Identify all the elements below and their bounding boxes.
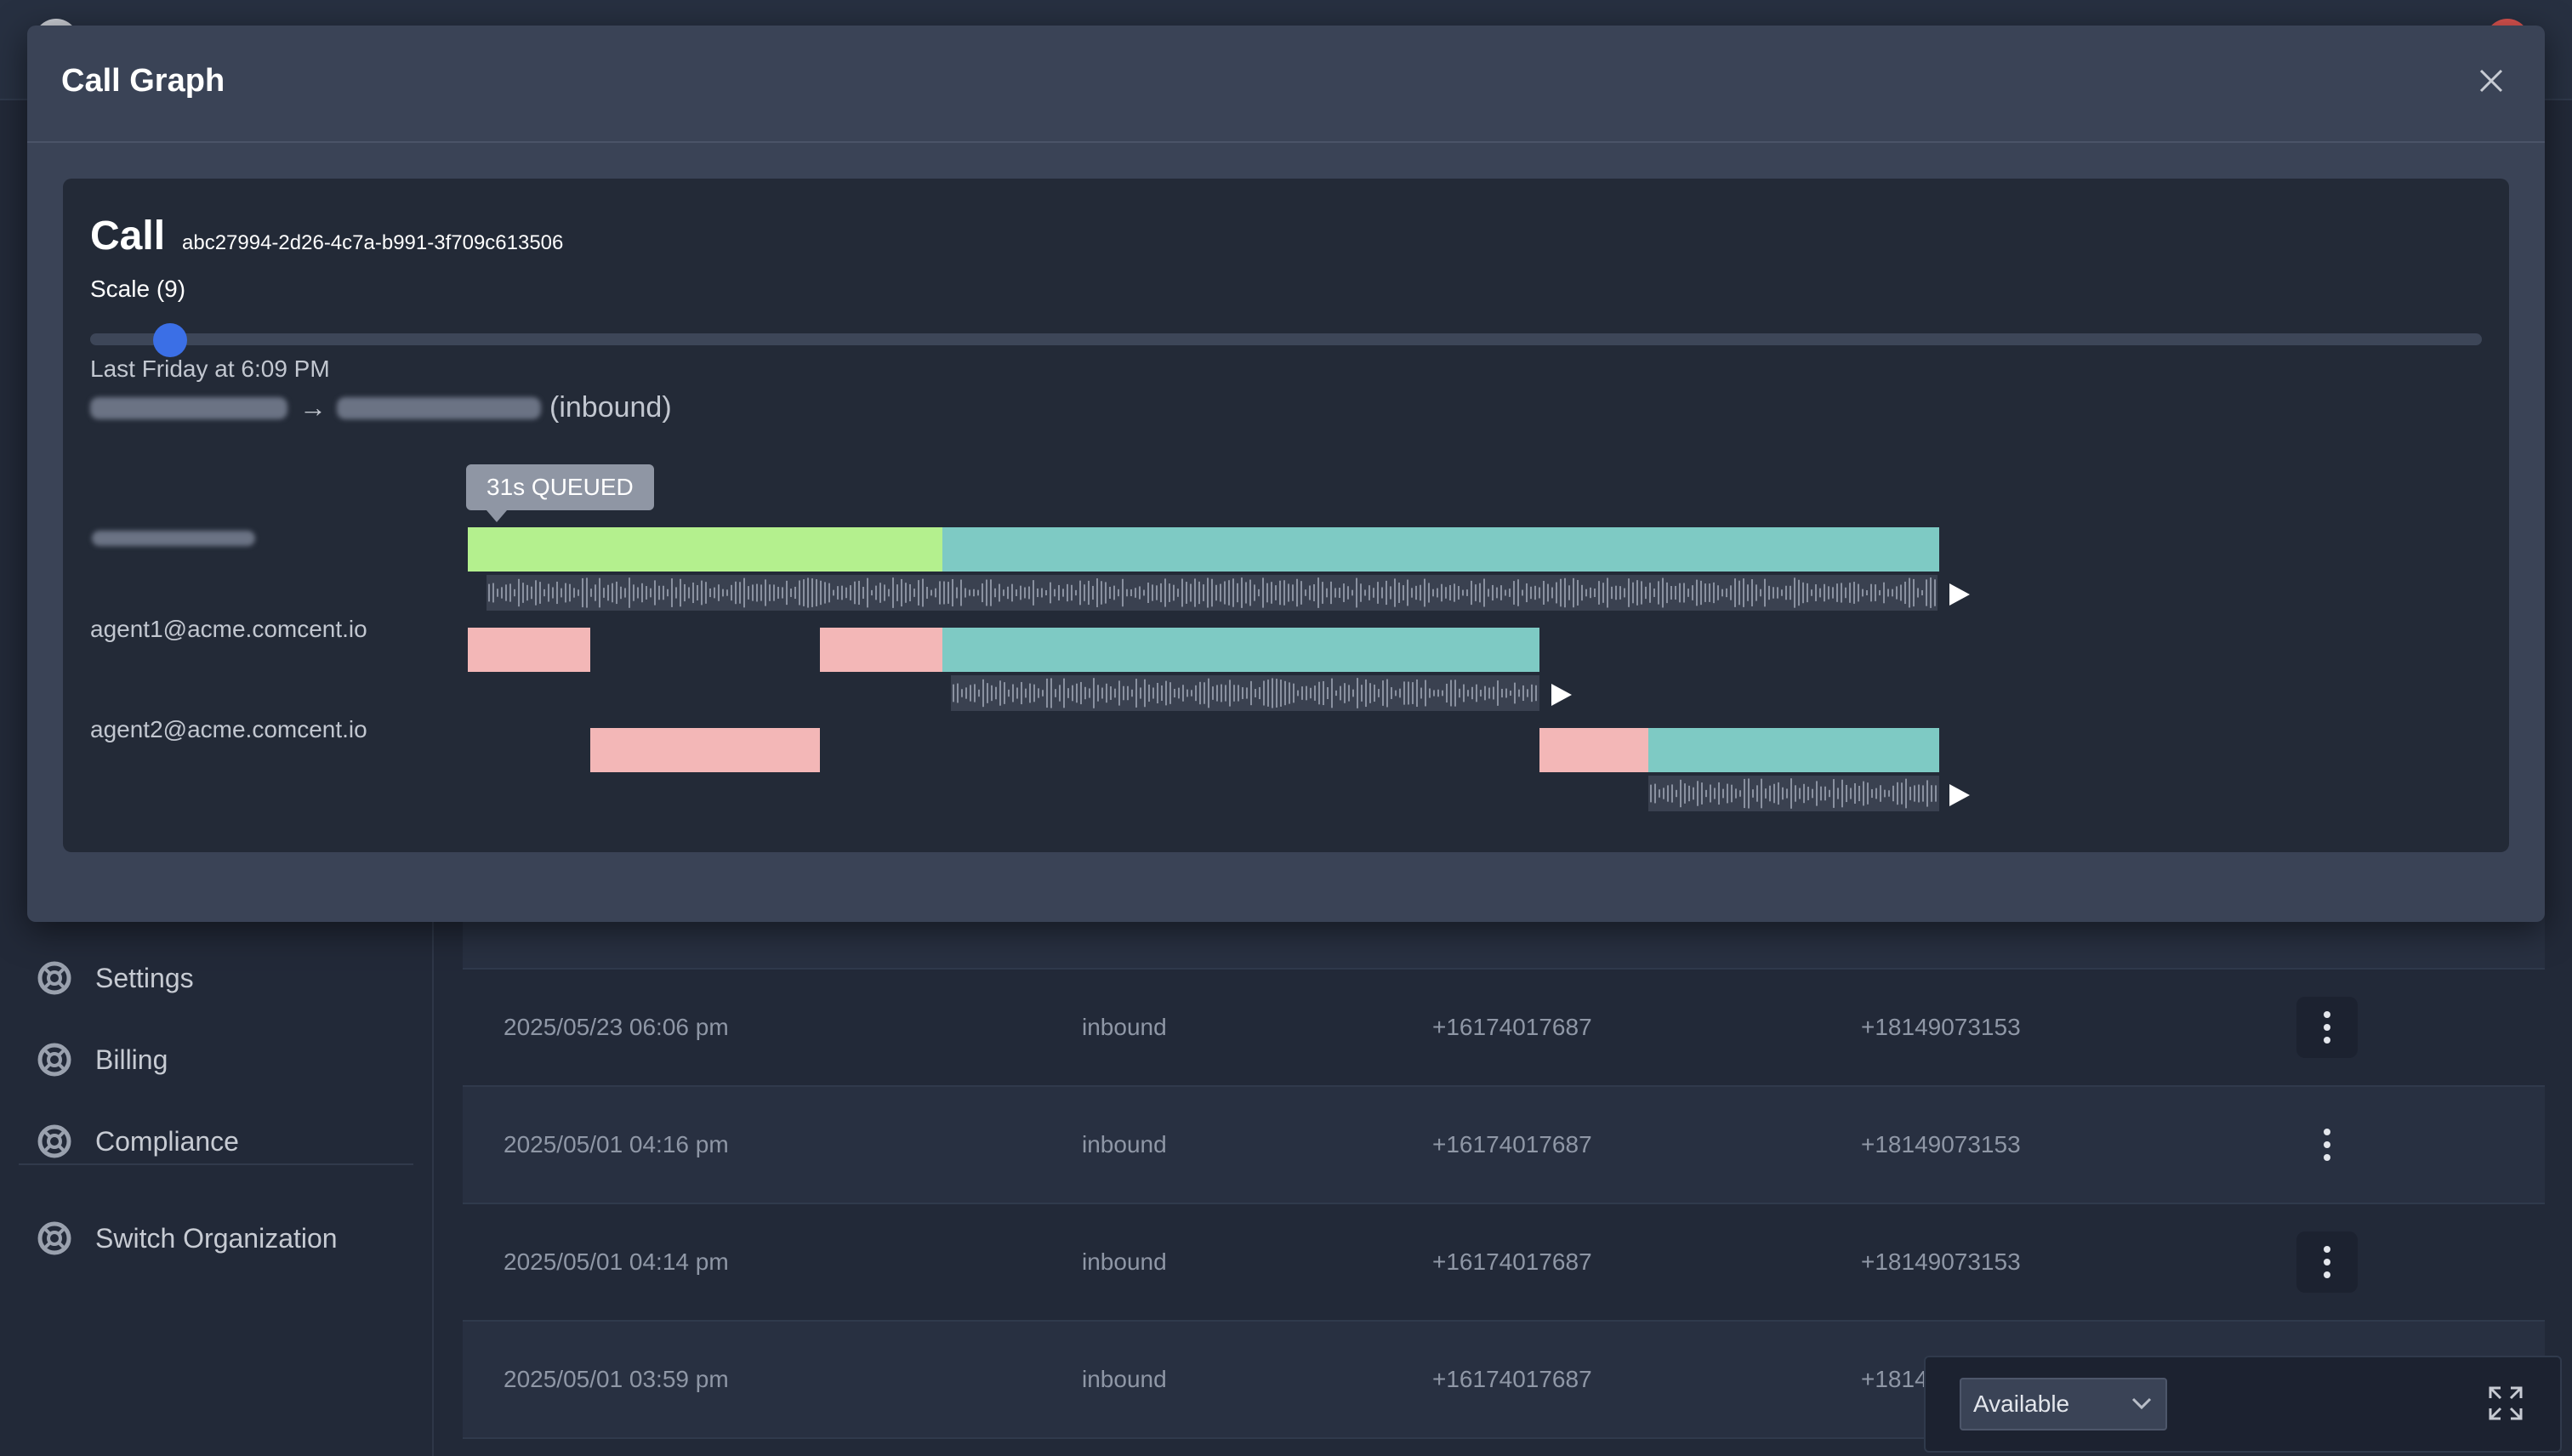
redacted-callee-number [337, 396, 541, 419]
call-graph-panel: Call abc27994-2d26-4c7a-b991-3f709c61350… [63, 179, 2509, 852]
segment-ringing[interactable] [468, 628, 590, 672]
segment-connected[interactable] [1648, 728, 1939, 772]
modal-title: Call Graph [61, 63, 225, 99]
redacted-caller-label [92, 531, 255, 546]
scale-slider-thumb[interactable] [153, 323, 187, 357]
segment-ringing[interactable] [1539, 728, 1648, 772]
play-icon[interactable] [1946, 582, 1972, 607]
scale-label: Scale (9) [90, 276, 186, 302]
segment-ringing[interactable] [590, 728, 820, 772]
segment-queued[interactable] [468, 527, 942, 572]
call-heading: Call [90, 213, 166, 259]
queued-tooltip: 31s QUEUED [466, 464, 654, 522]
status-select[interactable]: Available [1960, 1378, 2167, 1430]
call-route: → (inbound) [90, 391, 672, 424]
call-id: abc27994-2d26-4c7a-b991-3f709c613506 [182, 231, 564, 254]
modal-header: Call Graph [27, 26, 2545, 143]
call-timestamp: Last Friday at 6:09 PM [90, 355, 330, 382]
segment-ringing[interactable] [820, 628, 942, 672]
status-select-value: Available [1973, 1391, 2070, 1417]
route-arrow: → [299, 392, 327, 423]
redacted-caller-number [90, 396, 287, 419]
recording-waveform [1648, 776, 1939, 811]
play-icon[interactable] [1548, 682, 1573, 708]
expand-icon[interactable] [2487, 1385, 2524, 1422]
call-graph-modal: Call Graph Call abc27994-2d26-4c7a-b991-… [27, 26, 2545, 922]
route-direction: (inbound) [549, 391, 672, 424]
recording-waveform [487, 575, 1938, 611]
segment-connected[interactable] [942, 628, 1539, 672]
close-icon [2479, 69, 2503, 93]
recording-waveform [951, 675, 1539, 711]
chevron-down-icon [2131, 1397, 2152, 1410]
segment-connected[interactable] [942, 527, 1939, 572]
modal-overlay: Call Graph Call abc27994-2d26-4c7a-b991-… [0, 0, 2572, 1456]
play-icon[interactable] [1946, 782, 1972, 808]
close-button[interactable] [2470, 60, 2512, 102]
scale-slider-track[interactable] [90, 333, 2482, 345]
agent-status-widget: Available [1924, 1356, 2562, 1453]
lane-label-agent2: agent2@acme.comcent.io [90, 716, 367, 742]
lane-label-agent1: agent1@acme.comcent.io [90, 616, 367, 642]
